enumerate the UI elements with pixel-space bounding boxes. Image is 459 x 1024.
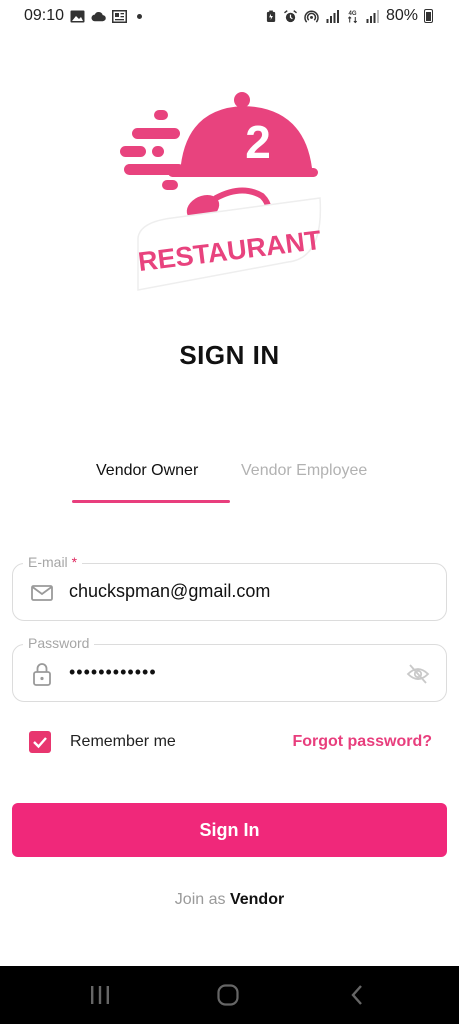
join-row: Join as Vendor	[0, 891, 459, 909]
battery-icon	[424, 9, 433, 23]
forgot-password-link[interactable]: Forgot password?	[292, 733, 432, 751]
alarm-icon	[284, 9, 297, 22]
join-prefix: Join as	[174, 891, 226, 908]
lock-icon	[33, 663, 51, 686]
required-mark: *	[71, 554, 78, 570]
battery-level: 80%	[385, 7, 418, 24]
check-icon	[33, 737, 47, 749]
page-title: SIGN IN	[179, 340, 280, 370]
signal-icon	[326, 9, 339, 23]
recent-apps-icon[interactable]	[88, 983, 112, 1007]
email-field[interactable]: E-mail *	[12, 554, 447, 621]
battery-saver-icon	[266, 10, 276, 22]
navigation-bar	[0, 966, 459, 1024]
status-bar: 09:10 4G 80%	[0, 0, 459, 32]
dot-icon	[137, 13, 143, 19]
svg-text:4G: 4G	[348, 11, 356, 17]
tab-indicator	[72, 500, 230, 503]
news-icon	[112, 9, 128, 23]
password-label: Password	[23, 635, 95, 651]
password-field[interactable]: Password ••••••••••••	[12, 635, 447, 702]
signal-icon	[366, 9, 379, 23]
email-label-text: E-mail	[28, 554, 68, 570]
email-label: E-mail *	[23, 554, 83, 570]
4g-icon: 4G	[347, 11, 358, 23]
mail-icon	[31, 585, 53, 601]
role-tabs: Vendor Owner Vendor Employee	[72, 452, 392, 504]
status-left: 09:10	[24, 7, 143, 25]
eye-off-icon[interactable]	[406, 663, 430, 685]
status-time: 09:10	[24, 7, 65, 24]
email-input[interactable]	[69, 581, 389, 602]
remember-label[interactable]: Remember me	[70, 733, 176, 751]
cloud-icon	[91, 11, 106, 21]
home-icon[interactable]	[216, 983, 240, 1007]
password-input[interactable]: ••••••••••••	[69, 662, 389, 683]
tab-vendor-owner[interactable]: Vendor Owner	[96, 462, 198, 480]
tab-vendor-employee[interactable]: Vendor Employee	[241, 462, 367, 480]
join-vendor-link[interactable]: Vendor	[230, 891, 284, 908]
sign-in-button[interactable]: Sign In	[12, 803, 447, 857]
restaurant-logo: 2 RESTAURANT	[120, 92, 323, 291]
hotspot-icon	[304, 10, 319, 23]
remember-checkbox[interactable]	[29, 731, 51, 753]
logo-number: 2	[245, 116, 271, 168]
back-icon[interactable]	[346, 983, 370, 1007]
status-right: 4G 80%	[266, 7, 433, 25]
image-icon	[70, 10, 85, 22]
